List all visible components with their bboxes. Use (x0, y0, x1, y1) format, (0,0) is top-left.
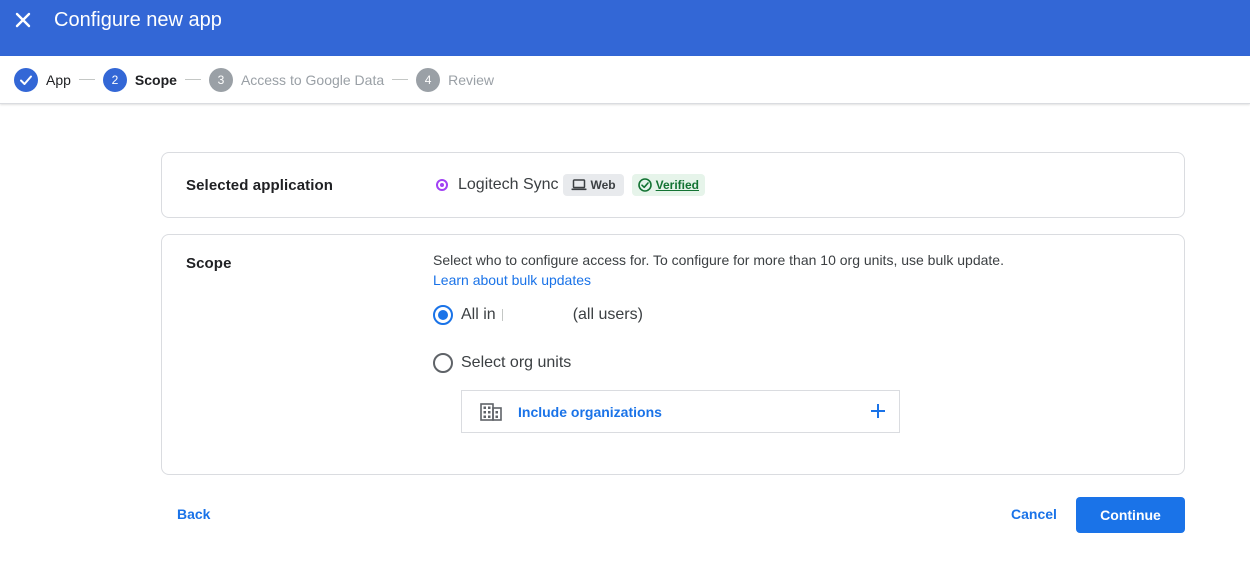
back-button[interactable]: Back (177, 506, 210, 522)
step-label: App (46, 71, 71, 88)
plus-icon (869, 402, 887, 420)
step-review: 4 Review (416, 67, 495, 92)
radio-checked-icon (433, 305, 453, 325)
radio-unchecked-icon (433, 353, 453, 373)
close-button[interactable] (10, 7, 36, 33)
step-scope[interactable]: 2 Scope (102, 67, 177, 92)
step-label: Scope (134, 71, 177, 88)
app-name: Logitech Sync (458, 176, 559, 193)
scope-label: Scope (186, 255, 232, 272)
radio-all-users[interactable]: All in (all users) (433, 305, 643, 325)
radio-all-prefix: All in (461, 306, 496, 323)
selected-application-card: Selected application Logitech Sync Web V… (161, 152, 1185, 218)
step-label: Review (448, 71, 495, 88)
building-icon (480, 402, 502, 421)
verified-chip[interactable]: Verified (631, 174, 705, 196)
app-header: Configure new app (0, 0, 1250, 56)
platform-chip-label: Web (590, 178, 616, 192)
page-title: Configure new app (54, 9, 222, 31)
org-name-redacted (501, 309, 503, 321)
step-divider (392, 79, 409, 80)
continue-button[interactable]: Continue (1076, 497, 1185, 533)
app-logo-icon (436, 179, 448, 191)
step-app[interactable]: App (14, 67, 71, 92)
step-access: 3 Access to Google Data (208, 67, 385, 92)
include-organizations-label: Include organizations (518, 403, 662, 420)
check-circle-icon (637, 178, 652, 192)
platform-chip: Web (562, 174, 624, 196)
step-number: 3 (208, 67, 233, 92)
step-divider (78, 79, 95, 80)
app-info: Logitech Sync Web Verified (436, 173, 705, 197)
laptop-icon (571, 179, 587, 191)
step-divider (184, 79, 201, 80)
cancel-button[interactable]: Cancel (1011, 506, 1057, 522)
step-number: 2 (102, 67, 127, 92)
bulk-updates-link[interactable]: Learn about bulk updates (433, 272, 591, 288)
radio-select-org-units[interactable]: Select org units (433, 353, 571, 373)
step-done-icon (14, 67, 38, 92)
scope-card: Scope Select who to configure access for… (161, 234, 1185, 475)
radio-org-label: Select org units (461, 354, 572, 371)
scope-description: Select who to configure access for. To c… (433, 252, 1004, 268)
step-label: Access to Google Data (240, 71, 385, 88)
verified-chip-label: Verified (655, 178, 699, 192)
radio-all-suffix: (all users) (572, 306, 643, 323)
selected-application-label: Selected application (186, 177, 334, 194)
close-icon (15, 12, 31, 28)
stepper: App 2 Scope 3 Access to Google Data 4 Re… (0, 56, 1250, 104)
step-number: 4 (416, 67, 441, 92)
include-organizations-button[interactable]: Include organizations (461, 390, 900, 433)
check-icon (20, 75, 32, 85)
